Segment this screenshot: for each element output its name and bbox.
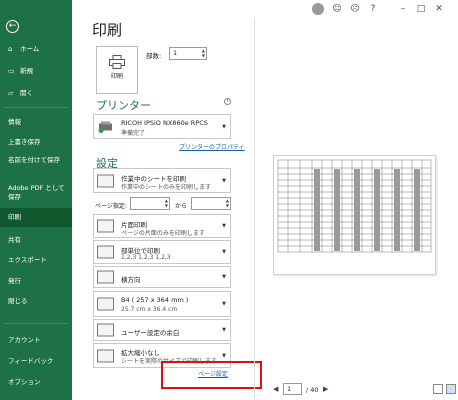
folder-icon: ▱ — [8, 89, 14, 97]
pane-divider — [254, 18, 255, 400]
dropdown-arrow-icon: ▼ — [222, 223, 226, 229]
sidebar-divider — [4, 323, 68, 324]
paper-size-select[interactable]: B4 ( 257 x 364 mm ) 25.7 cm x 36.4 cm ▼ — [93, 291, 231, 317]
print-button[interactable]: 印刷 — [96, 46, 138, 94]
page-from-input[interactable]: ▲ ▼ — [130, 197, 170, 210]
paper-size-icon — [97, 297, 114, 311]
stepper-arrows-icon[interactable]: ▲ ▼ — [165, 198, 168, 208]
sidebar-item-save-pdf[interactable]: Adobe PDF として保存 — [0, 184, 70, 202]
page-total: / 40 — [306, 386, 319, 394]
sidebar-item-export[interactable]: エクスポート — [0, 256, 72, 265]
page-to-input[interactable]: ▲ ▼ — [191, 197, 231, 210]
backstage-sidebar: ← ⌂ ホーム ▭ 新規 ▱ 開く 情報 上書き保存 名前を付けて保存 Adobe P… — [0, 0, 72, 400]
stepper-arrows-icon[interactable]: ▲ ▼ — [202, 48, 205, 58]
printer-heading: プリンター — [96, 99, 151, 112]
margins-select[interactable]: ユーザー設定の余白 ▼ — [93, 319, 231, 341]
dropdown-arrow-icon: ▼ — [222, 123, 226, 130]
sidebar-item-account[interactable]: アカウント — [0, 336, 72, 345]
sheet-icon — [97, 174, 114, 187]
page-number-input[interactable]: 1 — [283, 383, 302, 395]
sidebar-item-new[interactable]: ▭ 新規 — [0, 67, 72, 76]
minimize-icon[interactable]: – — [397, 3, 409, 15]
stepper-arrows-icon[interactable]: ▲ ▼ — [226, 198, 229, 208]
dropdown-arrow-icon: ▼ — [222, 274, 226, 280]
sidebar-item-publish[interactable]: 発行 — [0, 277, 72, 286]
sidebar-item-print[interactable]: 印刷 — [0, 208, 72, 227]
margins-icon — [97, 323, 114, 337]
dropdown-arrow-icon: ▼ — [222, 249, 226, 255]
zoom-to-page-icon[interactable] — [446, 384, 456, 394]
collate-select[interactable]: 部単位で印刷 1,2,3 1,2,3 1,2,3 ▼ — [93, 240, 231, 264]
collate-icon — [97, 245, 114, 259]
new-icon: ▭ — [8, 67, 15, 75]
printer-properties-link[interactable]: プリンターのプロパティ — [179, 142, 245, 151]
help-icon[interactable]: ? — [367, 3, 379, 15]
highlight-box — [161, 361, 262, 389]
printer-status: 準備完了 — [121, 130, 146, 137]
sidebar-item-save[interactable]: 上書き保存 — [0, 138, 72, 147]
frown-icon[interactable]: ☹ — [349, 3, 361, 15]
preview-sheet-grid — [277, 159, 432, 253]
pages-to-label: から — [175, 203, 188, 210]
smile-icon[interactable]: ☺ — [331, 3, 343, 15]
close-icon[interactable]: ✕ — [433, 3, 445, 15]
info-icon[interactable]: i — [224, 98, 231, 105]
dropdown-arrow-icon: ▼ — [222, 177, 226, 184]
sidebar-item-info[interactable]: 情報 — [0, 118, 72, 127]
home-icon: ⌂ — [8, 45, 13, 53]
dropdown-arrow-icon: ▼ — [222, 352, 226, 359]
print-button-label: 印刷 — [110, 73, 123, 80]
sides-select[interactable]: 片面印刷 ページの片面のみを印刷します ▼ — [93, 214, 231, 238]
page-title: 印刷 — [92, 21, 123, 39]
back-arrow-icon[interactable]: ← — [6, 20, 19, 33]
one-sided-icon — [97, 219, 114, 233]
maximize-icon[interactable]: □ — [415, 3, 427, 15]
copies-stepper[interactable]: 1 ▲ ▼ — [169, 47, 207, 60]
orientation-select[interactable]: 横方向 ▼ — [93, 266, 231, 288]
sidebar-item-open[interactable]: ▱ 開く — [0, 89, 72, 98]
next-page-icon[interactable]: ▶ — [323, 385, 328, 393]
sidebar-divider — [4, 107, 68, 108]
prev-page-icon[interactable]: ◀ — [273, 385, 278, 393]
print-preview — [273, 155, 436, 275]
printer-icon — [98, 121, 112, 133]
sidebar-item-feedback[interactable]: フィードバック — [0, 357, 72, 366]
printer-name: RICOH IPSiO NX860e RPCS — [121, 119, 208, 127]
printer-select[interactable]: RICOH IPSiO NX860e RPCS 準備完了 ▼ — [93, 114, 231, 139]
dropdown-arrow-icon: ▼ — [222, 327, 226, 333]
avatar[interactable] — [312, 3, 324, 15]
sidebar-item-options[interactable]: オプション — [0, 378, 72, 387]
show-margins-icon[interactable] — [433, 384, 443, 394]
sidebar-item-share[interactable]: 共有 — [0, 236, 72, 245]
dropdown-arrow-icon: ▼ — [222, 301, 226, 307]
landscape-icon — [97, 270, 114, 284]
scaling-icon — [97, 349, 114, 362]
sidebar-item-save-as[interactable]: 名前を付けて保存 — [0, 156, 66, 165]
sidebar-item-close[interactable]: 閉じる — [0, 297, 72, 306]
sidebar-item-home[interactable]: ⌂ ホーム — [0, 45, 72, 54]
copies-label: 部数: — [146, 52, 162, 60]
print-scope-select[interactable]: 作業中のシートを印刷 作業中のシートのみを印刷します ▼ — [93, 168, 231, 193]
printer-icon — [109, 55, 125, 69]
pages-label: ページ指定: — [95, 203, 127, 210]
